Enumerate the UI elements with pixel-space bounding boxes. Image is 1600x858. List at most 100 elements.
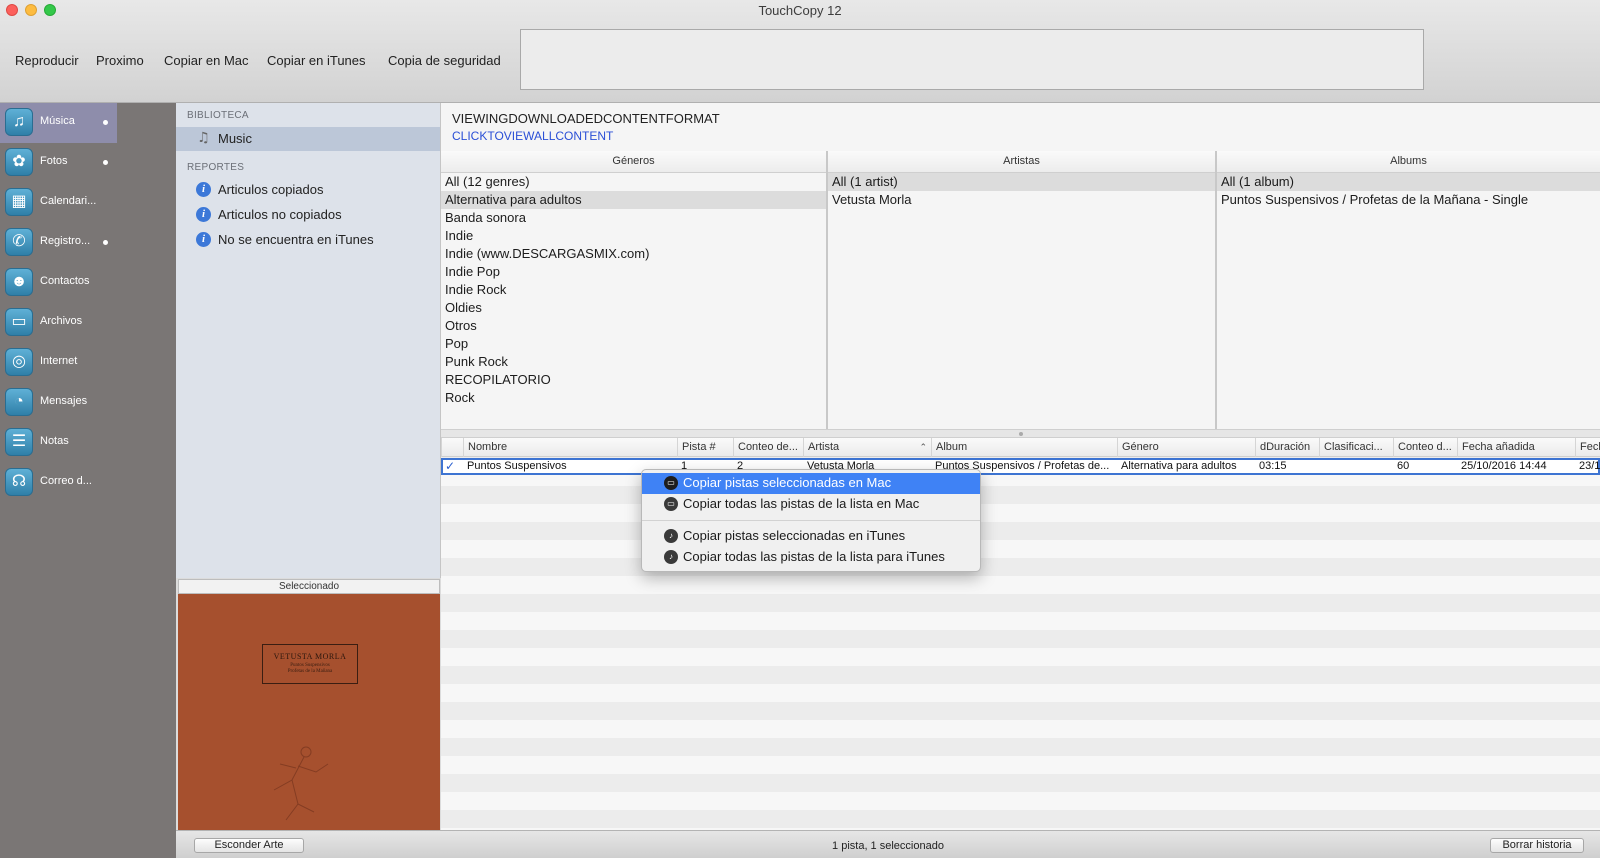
table-row[interactable]: ✓ Puntos Suspensivos 1 2 Vetusta Morla P…	[441, 458, 1600, 475]
category-3[interactable]: ▦ Calendari...	[0, 183, 117, 223]
category-label: Mensajes	[40, 395, 88, 407]
track-duration: 03:15	[1259, 460, 1287, 472]
column-duration[interactable]: dDuración	[1255, 438, 1319, 457]
list-item[interactable]: Alternativa para adultos	[441, 191, 826, 209]
list-item[interactable]: Indie Rock	[441, 281, 826, 299]
status-text: 1 pista, 1 seleccionado	[832, 840, 944, 852]
column-date-other[interactable]: Fecl	[1575, 438, 1600, 457]
list-item[interactable]: All (12 genres)	[441, 173, 826, 191]
category-label: Calendari...	[40, 195, 97, 207]
category-9[interactable]: ☰ Notas	[0, 423, 117, 463]
menu-item-label: Copiar todas las pistas de la lista para…	[683, 549, 945, 564]
category-1[interactable]: ♫ Música	[0, 103, 117, 143]
category-2[interactable]: ✿ Fotos	[0, 143, 117, 183]
track-date-other: 23/1	[1579, 460, 1600, 472]
list-item[interactable]: Indie (www.DESCARGASMIX.com)	[441, 245, 826, 263]
next-button[interactable]: Proximo	[96, 53, 144, 68]
library-heading: BIBLIOTECA	[187, 110, 249, 121]
phone-icon: ✆	[5, 228, 33, 256]
report-label: Articulos copiados	[218, 182, 324, 197]
genres-browser[interactable]: Géneros All (12 genres) Alternativa para …	[441, 151, 828, 429]
column-play-count[interactable]: Conteo d...	[1393, 438, 1457, 457]
list-item[interactable]: Vetusta Morla	[828, 191, 1215, 209]
context-menu: ▭ Copiar pistas seleccionadas en Mac ▭ C…	[641, 469, 981, 572]
hide-artwork-button[interactable]: Esconder Arte	[194, 838, 304, 853]
menu-item-copy-all-mac[interactable]: ▭ Copiar todas las pistas de la lista en…	[642, 494, 980, 515]
view-all-content-link[interactable]: CLICKTOVIEWALLCONTENT	[452, 129, 613, 143]
list-item[interactable]: Punk Rock	[441, 353, 826, 371]
genres-header[interactable]: Géneros	[441, 151, 826, 173]
list-item[interactable]: All (1 artist)	[828, 173, 1215, 191]
splitter-handle[interactable]	[1019, 432, 1023, 436]
column-track-number[interactable]: Pista #	[677, 438, 733, 457]
report-not-copied[interactable]: i Articulos no copiados	[176, 203, 440, 227]
now-playing-display	[520, 29, 1424, 90]
menu-item-label: Copiar pistas seleccionadas en Mac	[683, 475, 892, 490]
list-item[interactable]: All (1 album)	[1217, 173, 1600, 191]
category-label: Correo d...	[40, 475, 92, 487]
clear-history-button[interactable]: Borrar historia	[1490, 838, 1584, 853]
category-label: Notas	[40, 435, 69, 447]
albums-header[interactable]: Albums	[1217, 151, 1600, 173]
menu-separator	[642, 520, 980, 521]
column-count[interactable]: Conteo de...	[733, 438, 803, 457]
column-genre[interactable]: Género	[1117, 438, 1255, 457]
tracks-table[interactable]: Nombre Pista # Conteo de... Artista ⌃ Alb…	[441, 438, 1600, 830]
category-6[interactable]: ▭ Archivos	[0, 303, 117, 343]
list-item[interactable]: Puntos Suspensivos / Profetas de la Maña…	[1217, 191, 1600, 209]
list-item[interactable]: Banda sonora	[441, 209, 826, 227]
menu-item-label: Copiar pistas seleccionadas en iTunes	[683, 528, 906, 543]
genres-list: All (12 genres) Alternativa para adultos B…	[441, 173, 826, 407]
artwork-header: Seleccionado	[178, 579, 440, 594]
albums-browser[interactable]: Albums All (1 album) Puntos Suspensivos /…	[1217, 151, 1600, 429]
category-label: Música	[40, 115, 75, 127]
list-item[interactable]: Pop	[441, 335, 826, 353]
column-album[interactable]: Album	[931, 438, 1117, 457]
info-icon: i	[196, 182, 211, 197]
list-item[interactable]: RECOPILATORIO	[441, 371, 826, 389]
column-name[interactable]: Nombre	[463, 438, 677, 457]
menu-item-copy-selected-mac[interactable]: ▭ Copiar pistas seleccionadas en Mac	[642, 473, 980, 494]
column-artist[interactable]: Artista ⌃	[803, 438, 931, 457]
artists-browser[interactable]: Artistas All (1 artist) Vetusta Morla	[828, 151, 1217, 429]
column-artist-label: Artista	[808, 441, 840, 453]
track-date-added: 25/10/2016 14:44	[1461, 460, 1547, 472]
menu-item-copy-all-itunes[interactable]: ♪ Copiar todas las pistas de la lista pa…	[642, 547, 980, 568]
connected-indicator-icon	[103, 240, 108, 245]
window-title: TouchCopy 12	[758, 3, 842, 18]
list-item[interactable]: Oldies	[441, 299, 826, 317]
artists-header[interactable]: Artistas	[828, 151, 1215, 173]
list-item[interactable]: Otros	[441, 317, 826, 335]
sort-ascending-icon: ⌃	[919, 442, 927, 452]
category-label: Contactos	[40, 275, 90, 287]
category-10[interactable]: ☊ Correo d...	[0, 463, 117, 503]
column-date-added[interactable]: Fecha añadida	[1457, 438, 1575, 457]
status-bar: 1 pista, 1 seleccionado Esconder Arte Bo…	[176, 830, 1600, 858]
report-not-in-itunes[interactable]: i No se encuentra en iTunes	[176, 228, 440, 252]
column-check[interactable]	[441, 438, 463, 457]
list-item[interactable]: Indie	[441, 227, 826, 245]
album-artwork: VETUSTA MORLA Puntos Suspensivos Profeta…	[178, 594, 440, 831]
pane-splitter[interactable]	[441, 429, 1600, 438]
play-button[interactable]: Reproducir	[15, 53, 79, 68]
checkmark-icon[interactable]: ✓	[445, 460, 461, 473]
info-icon: i	[196, 207, 211, 222]
list-item[interactable]: Indie Pop	[441, 263, 826, 281]
backup-button[interactable]: Copia de seguridad	[388, 53, 501, 68]
itunes-icon: ♪	[664, 550, 678, 564]
copy-to-mac-button[interactable]: Copiar en Mac	[164, 53, 249, 68]
list-item[interactable]: Rock	[441, 389, 826, 407]
connected-indicator-icon	[103, 160, 108, 165]
copy-to-itunes-button[interactable]: Copiar en iTunes	[267, 53, 366, 68]
source-item-music[interactable]: ♫ Music	[176, 127, 440, 151]
category-5[interactable]: ☻ Contactos	[0, 263, 117, 303]
mac-icon: ▭	[664, 497, 678, 511]
report-copied[interactable]: i Articulos copiados	[176, 178, 440, 202]
category-4[interactable]: ✆ Registro...	[0, 223, 117, 263]
category-rail: ♫ Música ✿ Fotos ▦ Calendari... ✆ Registro... ☻ C…	[0, 103, 176, 858]
category-7[interactable]: ◎ Internet	[0, 343, 117, 383]
menu-item-copy-selected-itunes[interactable]: ♪ Copiar pistas seleccionadas en iTunes	[642, 526, 980, 547]
contacts-icon: ☻	[5, 268, 33, 296]
column-rating[interactable]: Clasificaci...	[1319, 438, 1393, 457]
category-8[interactable]: ◔ Mensajes	[0, 383, 117, 423]
